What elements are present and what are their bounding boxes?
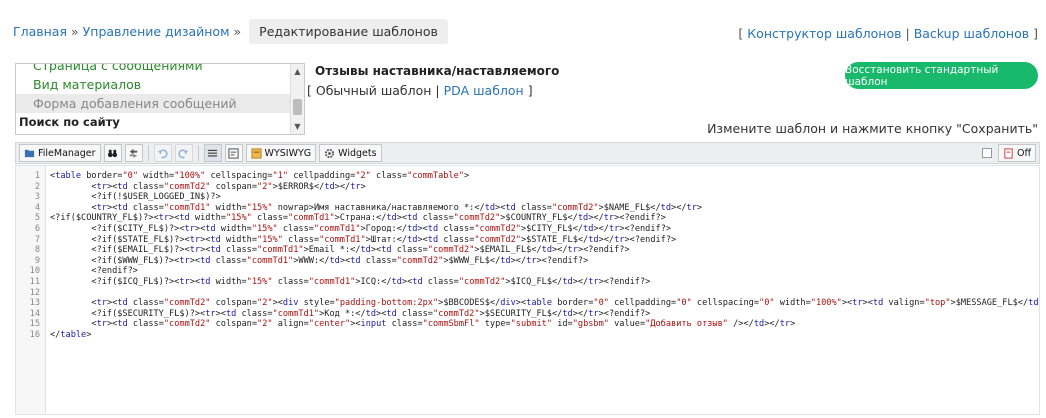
template-option[interactable]: Форма добавления сообщений [16,94,290,113]
toolbar-separator [197,145,199,161]
code-line[interactable]: <tr><td class="commTd1" width="15%" nowr… [50,203,1039,214]
template-title: Отзывы наставника/наставляемого [315,64,560,78]
folder-icon [24,149,35,157]
line-number: 7 [34,234,40,245]
line-numbers-button[interactable] [203,144,222,162]
wysiwyg-button[interactable]: WYSIWYG [245,144,317,162]
save-hint: Измените шаблон и нажмите кнопку "Сохран… [707,121,1038,136]
line-number: 16 [29,329,40,340]
link-divider: | [905,26,910,41]
line-number: 13 [29,298,40,309]
line-number: 2 [34,181,40,192]
redo-button[interactable] [174,144,193,162]
toolbar-separator [147,145,149,161]
template-backup-link[interactable]: Backup шаблонов [914,26,1029,41]
replace-icon [129,148,138,158]
line-number: 4 [34,202,40,213]
breadcrumb-current: Редактирование шаблонов [249,18,448,44]
code-line[interactable]: </table> [50,330,1039,341]
scroll-up-icon[interactable]: ▲ [291,65,304,78]
off-toggle-button[interactable]: Off [997,144,1036,162]
pda-template-link[interactable]: PDA шаблон [444,83,524,98]
line-number: 1 [34,171,40,181]
wysiwyg-icon [251,147,262,159]
code-content[interactable]: <table border="0" width="100%" cellspaci… [50,171,1039,341]
filemanager-button[interactable]: FileManager [19,144,101,162]
line-number: 14 [29,308,40,319]
scroll-down-icon[interactable]: ▼ [291,120,304,133]
line-number: 8 [34,245,40,256]
gear-icon [325,148,335,158]
filemanager-label: FileManager [38,147,96,159]
template-list-items: Страница с сообщениями Вид материалов Форм… [16,64,290,134]
toolbar-right: Off [981,144,1036,162]
template-option[interactable]: Страница поиска [16,131,290,134]
template-group-label: Поиск по сайту [19,115,120,129]
line-number-gutter: 1 2 3 4 5 6 7 8 9 10 11 12 13 14 15 16 [16,166,46,414]
bracket-close: ] [527,83,533,98]
breadcrumb: Главная » Управление дизайном » Редактир… [13,17,448,45]
code-line[interactable]: <?if($ICQ_FL$)?><tr><td width="15%" clas… [50,277,1039,288]
code-editor[interactable]: 1 2 3 4 5 6 7 8 9 10 11 12 13 14 15 16 <table border="0… [15,165,1040,415]
format-button[interactable] [224,144,243,162]
variant-divider: | [435,83,440,98]
line-numbers-icon [207,149,218,157]
off-label: Off [1016,147,1031,159]
wysiwyg-label: WYSIWYG [264,147,312,159]
code-line[interactable] [50,288,1039,299]
breadcrumb-separator: » [233,23,242,39]
normal-template-label: Обычный шаблон [315,83,432,98]
code-line[interactable]: <tr><td class="commTd2" colspan="2"><div… [50,298,1039,309]
line-number: 3 [34,192,40,203]
binoculars-icon [107,149,118,157]
template-option[interactable]: Страница с сообщениями [16,64,290,75]
redo-icon [178,148,189,158]
line-number: 6 [34,223,40,234]
code-line[interactable]: <?if($SECURITY_FL$)?><tr><td class="comm… [50,309,1039,320]
bracket-open: [ [307,83,312,98]
scroll-thumb[interactable] [293,99,302,115]
code-line[interactable]: <?if($STATE_FL$)?><tr><td width="15%" cl… [50,235,1039,246]
restore-default-template-button[interactable]: Восстановить стандартный шаблон [845,62,1038,89]
code-line[interactable]: <?if($EMAIL_FL$)?><tr><td class="commTd1… [50,245,1039,256]
line-number: 10 [29,266,40,277]
format-icon [228,147,239,159]
code-line[interactable]: <?endif?> [50,266,1039,277]
find-button[interactable] [103,144,122,162]
code-line[interactable]: <?if($WWW_FL$)?><tr><td class="commTd1">… [50,256,1039,267]
breadcrumb-design-link[interactable]: Управление дизайном [83,24,230,39]
option-checkbox[interactable] [981,148,992,158]
bracket-close: ] [1033,26,1038,41]
line-number: 11 [29,276,40,287]
template-list-scrollbar[interactable]: ▲ ▼ [290,64,304,134]
widgets-button[interactable]: Widgets [319,144,382,162]
template-constructor-link[interactable]: Конструктор шаблонов [747,26,901,41]
code-line[interactable]: <?if($CITY_FL$)?><tr><td width="15%" cla… [50,224,1039,235]
undo-icon [157,148,168,158]
code-line[interactable]: <?if($COUNTRY_FL$)?><tr><td width="15%" … [50,213,1039,224]
code-line[interactable]: <tr><td class="commTd2" colspan="2" alig… [50,319,1039,330]
line-number: 12 [29,287,40,298]
page-icon [1004,147,1013,159]
undo-button[interactable] [153,144,172,162]
template-option[interactable]: Вид материалов [16,75,290,94]
breadcrumb-home-link[interactable]: Главная [13,24,67,39]
bracket-open: [ [738,26,744,41]
breadcrumb-separator: » [71,23,79,39]
top-links: [ Конструктор шаблонов | Backup шаблонов… [738,26,1038,41]
widgets-label: Widgets [338,147,377,159]
line-number: 15 [29,319,40,330]
template-variants: [ Обычный шаблон | PDA шаблон ] [307,83,533,98]
line-number: 9 [34,255,40,266]
code-line[interactable]: <tr><td class="commTd2" colspan="2">$ERR… [50,182,1039,193]
code-line[interactable]: <?if(!$USER_LOGGED_IN$)?> [50,192,1039,203]
template-list[interactable]: Страница с сообщениями Вид материалов Форм… [15,63,305,135]
replace-button[interactable] [124,144,143,162]
editor-toolbar: FileManager WYSIWYG Widgets Off [15,142,1040,164]
line-number: 5 [34,213,40,224]
code-line[interactable]: <table border="0" width="100%" cellspaci… [50,171,1039,182]
